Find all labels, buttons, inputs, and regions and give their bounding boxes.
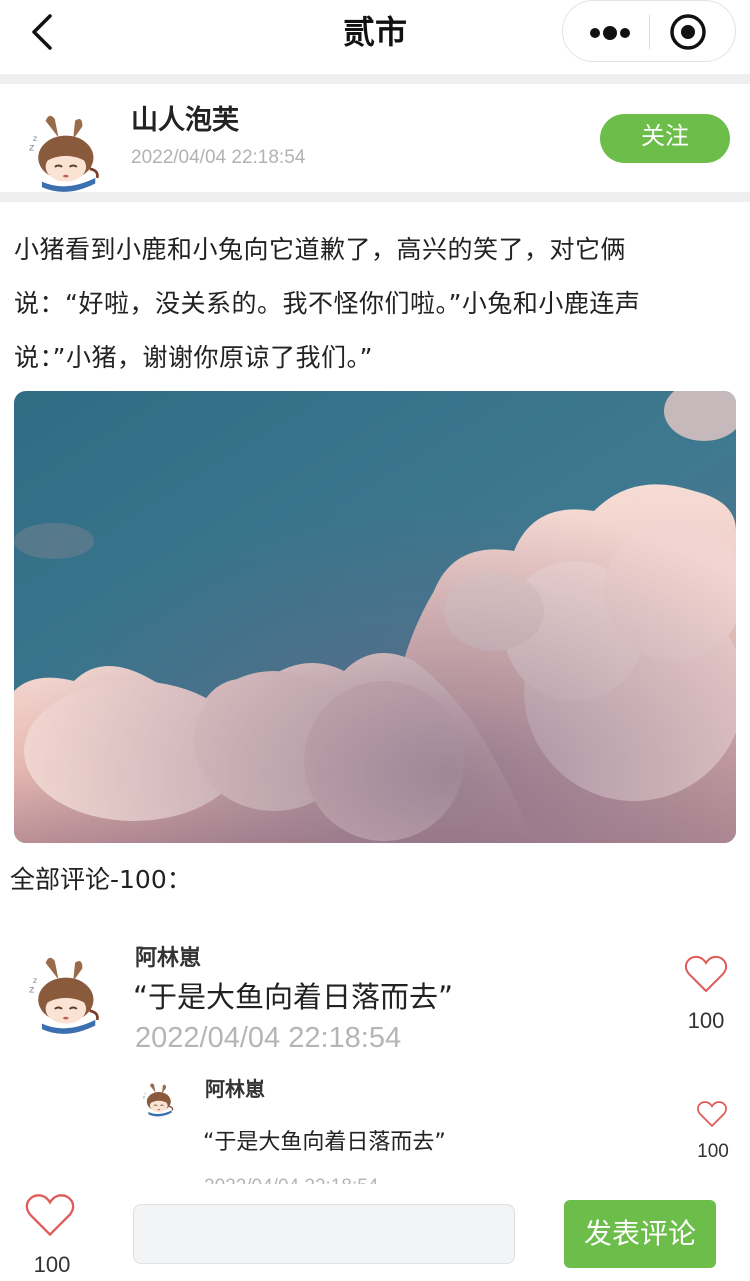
comment-avatar[interactable] [18, 950, 110, 1042]
author-name[interactable]: 山人泡芙 [131, 98, 239, 137]
author-avatar[interactable] [18, 108, 110, 200]
post-text-line: 说：”小猪，谢谢你原谅了我们。” [14, 343, 373, 372]
submit-comment-button[interactable]: 发表评论 [564, 1200, 716, 1268]
heart-icon[interactable] [684, 954, 728, 994]
reply-like-count: 100 [697, 1141, 729, 1162]
reply-avatar[interactable] [138, 1080, 178, 1120]
comment-author[interactable]: 阿林崽 [135, 940, 201, 972]
target-icon[interactable] [667, 11, 709, 53]
mini-program-capsule [562, 0, 736, 62]
comment-timestamp: 2022/04/04 22:18:54 [135, 1022, 402, 1054]
post-text-line: 小猪看到小鹿和小兔向它道歉了，高兴的笑了，对它俩 [14, 235, 627, 264]
post-text-line: 说：“好啦，没关系的。我不怪你们啦。”小兔和小鹿连声 [14, 289, 641, 318]
reply-author[interactable]: 阿林崽 [205, 1073, 265, 1102]
follow-button[interactable]: 关注 [600, 114, 730, 163]
post-like-count: 100 [33, 1252, 71, 1277]
comment-like-count: 100 [687, 1008, 725, 1033]
comments-header: 全部评论-100： [10, 865, 192, 894]
post-image[interactable] [14, 391, 736, 843]
post-content: 小猪看到小鹿和小兔向它道歉了，高兴的笑了，对它俩 说：“好啦，没关系的。我不怪你… [14, 223, 736, 385]
section-divider [0, 74, 750, 84]
heart-icon[interactable] [696, 1100, 728, 1128]
nav-bar: 贰市 [0, 0, 750, 74]
comment-input[interactable] [133, 1204, 515, 1264]
capsule-divider [649, 15, 650, 49]
comment-text: “于是大鱼向着日落而去” [133, 980, 454, 1014]
post-timestamp: 2022/04/04 22:18:54 [131, 147, 306, 168]
section-divider [0, 192, 750, 202]
heart-icon[interactable] [24, 1192, 76, 1238]
more-dots-icon[interactable] [577, 1, 649, 63]
reply-text: “于是大鱼向着日落而去” [203, 1130, 446, 1155]
